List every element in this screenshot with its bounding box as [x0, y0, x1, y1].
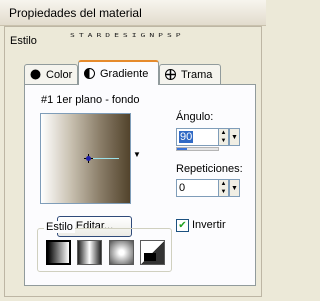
- tab-color[interactable]: Color: [24, 64, 78, 84]
- repeats-input[interactable]: 0: [176, 179, 219, 197]
- sunburst-inner: [144, 253, 156, 261]
- angle-label: Ángulo:: [176, 111, 214, 123]
- gradient-dropdown-arrow-icon[interactable]: ▼: [132, 150, 142, 160]
- repeats-label: Repeticiones:: [176, 163, 243, 175]
- title-bar: Propiedades del material: [0, 0, 266, 26]
- invert-label: Invertir: [192, 219, 226, 231]
- repeats-value: 0: [179, 182, 186, 194]
- solid-circle-icon: [30, 69, 41, 80]
- angle-dropdown-icon[interactable]: ▼: [229, 128, 240, 146]
- style-rectangular-button[interactable]: [77, 240, 102, 265]
- window-title: Propiedades del material: [9, 6, 142, 20]
- center-point[interactable]: [86, 156, 91, 161]
- angle-line: [91, 158, 119, 159]
- angle-spin-buttons[interactable]: ▲ ▼: [218, 128, 229, 146]
- style-sunburst-button[interactable]: [140, 240, 165, 265]
- angle-input[interactable]: 90: [176, 128, 219, 146]
- gradient-name: #1 1er plano - fondo: [41, 94, 140, 106]
- tab-gradiente-label: Gradiente: [100, 67, 149, 80]
- invert-checkbox[interactable]: ✔: [176, 219, 189, 232]
- style-linear-button[interactable]: [46, 240, 71, 265]
- angle-slider[interactable]: [176, 147, 219, 151]
- watermark-text: STARDESIGNPSP: [70, 32, 185, 39]
- angle-slider-fill: [177, 148, 188, 150]
- style-group-label: Estilo: [44, 221, 75, 233]
- tab-color-label: Color: [46, 68, 73, 81]
- repeats-spin-buttons[interactable]: ▲ ▼: [218, 179, 229, 197]
- tab-gradiente[interactable]: Gradiente: [78, 60, 159, 85]
- estilo-top-label: Estilo: [10, 35, 37, 47]
- gradient-preview[interactable]: [40, 113, 131, 204]
- tab-trama-label: Trama: [181, 68, 213, 81]
- pattern-icon: [165, 69, 176, 80]
- style-radial-button[interactable]: [109, 240, 134, 265]
- half-circle-icon: [84, 68, 95, 79]
- repeats-dropdown-icon[interactable]: ▼: [229, 179, 240, 197]
- angle-value: 90: [179, 131, 194, 143]
- tab-trama[interactable]: Trama: [159, 64, 221, 84]
